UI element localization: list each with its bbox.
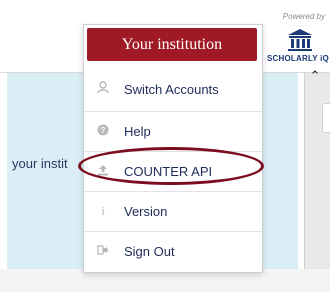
menu-item-sign-out[interactable]: Sign Out xyxy=(84,231,262,271)
menu-item-label: Sign Out xyxy=(124,243,175,259)
brand-name: SCHOLARLY iQ xyxy=(267,54,329,63)
powered-by-label: Powered by xyxy=(282,12,325,21)
institution-building-icon xyxy=(287,28,313,57)
menu-item-label: Version xyxy=(124,203,168,219)
side-panel-box[interactable] xyxy=(322,103,330,133)
menu-item-label: Switch Accounts xyxy=(124,81,219,97)
left-edge xyxy=(0,73,7,292)
scholarly-iq-brand: Powered by SCHOLARLY iQ xyxy=(267,12,330,72)
menu-item-version[interactable]: i Version xyxy=(84,191,262,231)
info-icon: i xyxy=(101,203,105,218)
institution-header-button[interactable]: Your institution xyxy=(87,28,257,61)
menu-item-label: Help xyxy=(124,123,151,139)
menu-item-switch-accounts[interactable]: Switch Accounts xyxy=(84,69,262,109)
partial-institution-text: your instit xyxy=(12,156,68,171)
help-icon: ? xyxy=(88,124,118,139)
highlight-circle xyxy=(78,147,264,185)
user-icon xyxy=(88,81,118,97)
sign-out-icon xyxy=(88,244,118,259)
menu-item-help[interactable]: ? Help xyxy=(84,111,262,151)
svg-text:?: ? xyxy=(101,126,106,135)
